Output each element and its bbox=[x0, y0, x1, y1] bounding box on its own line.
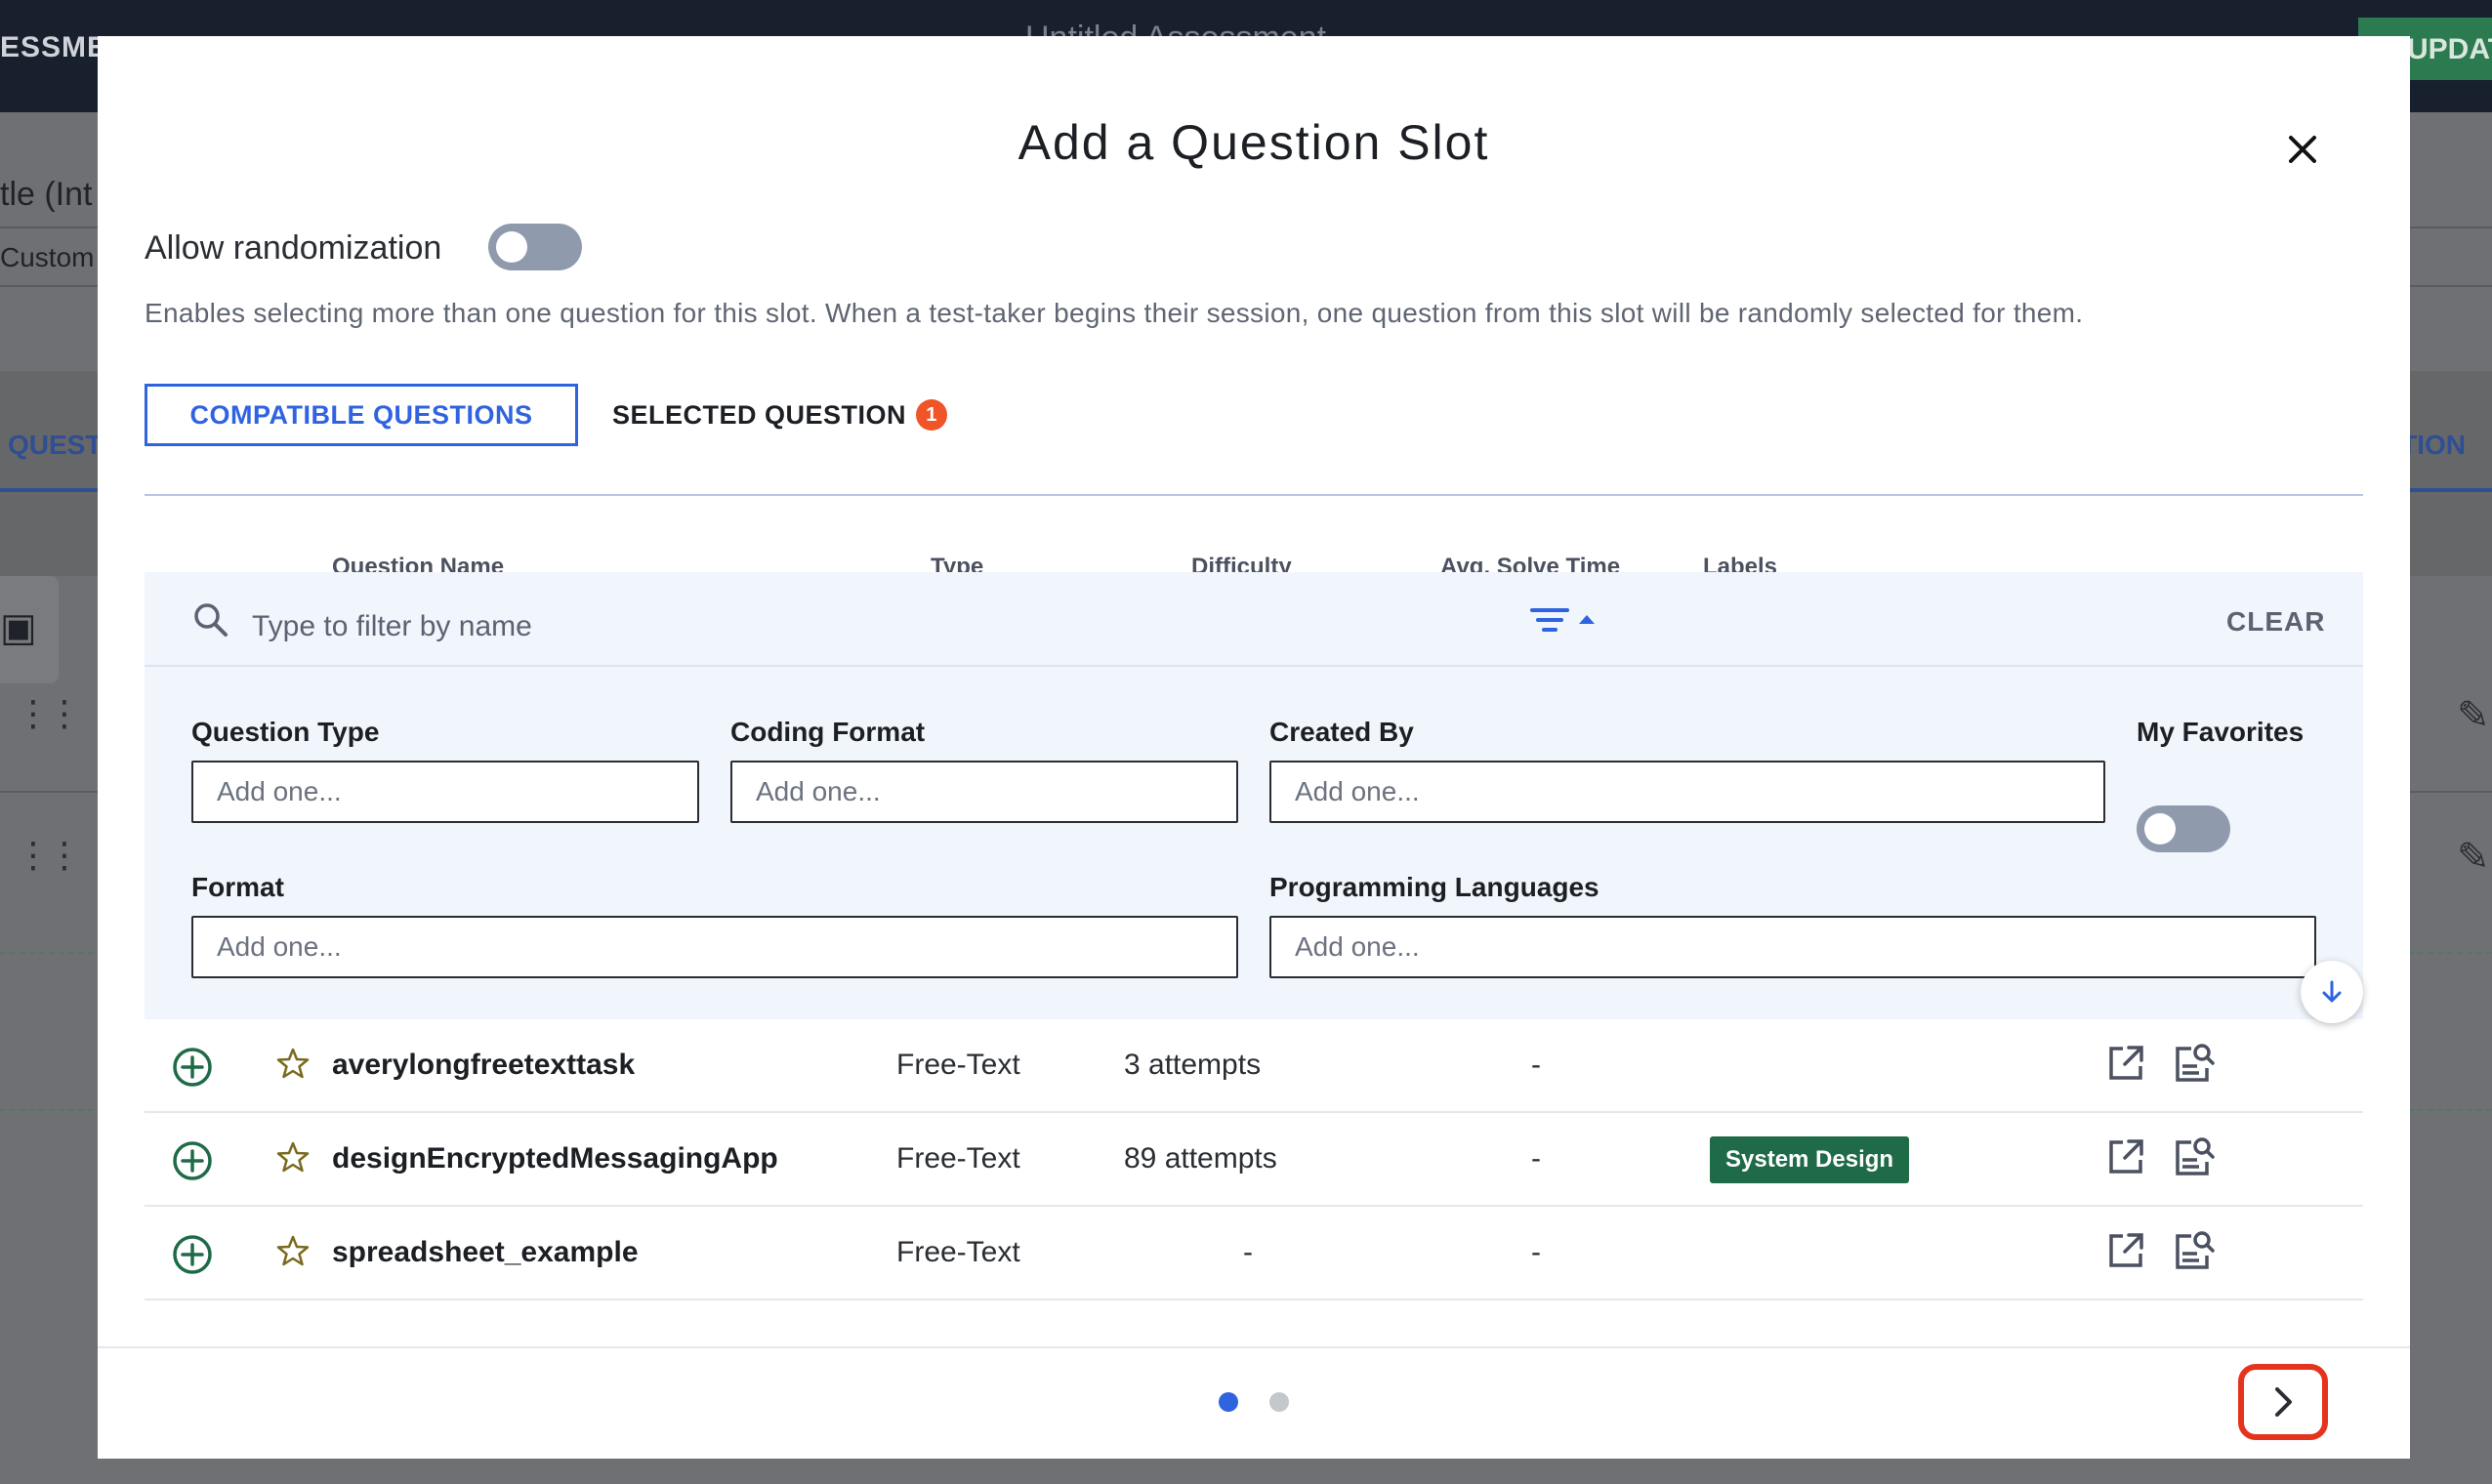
background-title: tle (Int bbox=[0, 176, 93, 213]
close-button[interactable] bbox=[2275, 122, 2330, 177]
question-type: Free-Text bbox=[896, 1236, 1020, 1268]
randomization-label: Allow randomization bbox=[145, 229, 442, 267]
selected-count-badge: 1 bbox=[916, 399, 948, 431]
toggle-knob bbox=[2144, 813, 2176, 845]
programming-languages-label: Programming Languages bbox=[1269, 872, 1599, 902]
question-solve-time: - bbox=[1531, 1142, 1541, 1175]
close-icon bbox=[2289, 136, 2316, 163]
question-difficulty: 3 attempts bbox=[1124, 1049, 1262, 1081]
footer-divider bbox=[98, 1346, 2410, 1348]
pagination-dot-2[interactable] bbox=[1269, 1392, 1289, 1412]
trash-icon: ▣ bbox=[0, 606, 37, 649]
drag-handle-icon: ⋮⋮ bbox=[16, 693, 82, 733]
add-circle-icon[interactable] bbox=[172, 1234, 213, 1275]
open-external-icon[interactable] bbox=[2105, 1230, 2146, 1271]
star-icon[interactable] bbox=[276, 1140, 310, 1174]
star-icon[interactable] bbox=[276, 1234, 310, 1267]
question-solve-time: - bbox=[1531, 1049, 1541, 1081]
background-tab-underline bbox=[0, 488, 98, 492]
clear-filters-button[interactable]: CLEAR bbox=[2226, 606, 2325, 638]
chevron-right-icon bbox=[2275, 1387, 2292, 1417]
preview-icon[interactable] bbox=[2172, 1134, 2217, 1179]
question-name[interactable]: averylongfreetexttask bbox=[332, 1049, 635, 1082]
tab-compatible-questions-label: COMPATIBLE QUESTIONS bbox=[189, 399, 533, 430]
coding-format-input[interactable] bbox=[730, 761, 1238, 823]
pagination-dot-1[interactable] bbox=[1219, 1392, 1238, 1412]
preview-icon[interactable] bbox=[2172, 1228, 2217, 1273]
pencil-icon: ✎ bbox=[2457, 694, 2490, 737]
my-favorites-label: My Favorites bbox=[2137, 717, 2305, 747]
question-name[interactable]: spreadsheet_example bbox=[332, 1236, 639, 1269]
open-external-icon[interactable] bbox=[2105, 1043, 2146, 1084]
filter-toggle-icon[interactable] bbox=[1528, 602, 1606, 641]
add-circle-icon[interactable] bbox=[172, 1140, 213, 1181]
open-external-icon[interactable] bbox=[2105, 1136, 2146, 1177]
coding-format-label: Coding Format bbox=[730, 717, 926, 747]
drag-handle-icon: ⋮⋮ bbox=[16, 835, 82, 875]
question-name[interactable]: designEncryptedMessagingApp bbox=[332, 1142, 778, 1175]
background-tab-questions: QUEST bbox=[8, 430, 103, 460]
my-favorites-toggle[interactable] bbox=[2137, 805, 2230, 852]
star-icon[interactable] bbox=[276, 1047, 310, 1080]
randomization-description: Enables selecting more than one question… bbox=[145, 298, 2084, 328]
question-row[interactable]: averylongfreetexttask Free-Text 3 attemp… bbox=[145, 1019, 2363, 1113]
question-row[interactable]: spreadsheet_example Free-Text - - bbox=[145, 1207, 2363, 1300]
question-type: Free-Text bbox=[896, 1049, 1020, 1081]
format-input[interactable] bbox=[191, 916, 1238, 978]
toggle-knob bbox=[496, 231, 527, 263]
tabs-divider bbox=[145, 494, 2363, 496]
question-type-label: Question Type bbox=[191, 717, 380, 747]
preview-icon[interactable] bbox=[2172, 1041, 2217, 1086]
add-question-slot-modal: Add a Question Slot Allow randomization … bbox=[98, 36, 2410, 1459]
question-difficulty: 89 attempts bbox=[1124, 1142, 1277, 1175]
search-input[interactable] bbox=[252, 602, 1619, 651]
question-difficulty: - bbox=[1243, 1236, 1253, 1268]
label-chip: System Design bbox=[1710, 1136, 1910, 1183]
filter-divider bbox=[145, 665, 2363, 667]
created-by-input[interactable] bbox=[1269, 761, 2105, 823]
format-label: Format bbox=[191, 872, 284, 902]
pencil-icon: ✎ bbox=[2457, 836, 2490, 879]
background-subtitle: Custom bbox=[0, 242, 95, 272]
tab-selected-question-label: SELECTED QUESTION bbox=[612, 399, 907, 430]
scroll-down-button[interactable] bbox=[2301, 961, 2363, 1023]
question-solve-time: - bbox=[1531, 1236, 1541, 1268]
question-type: Free-Text bbox=[896, 1142, 1020, 1175]
question-type-input[interactable] bbox=[191, 761, 699, 823]
search-icon bbox=[194, 603, 228, 637]
programming-languages-input[interactable] bbox=[1269, 916, 2316, 978]
tab-selected-question[interactable]: SELECTED QUESTION 1 bbox=[612, 384, 948, 446]
question-row[interactable]: designEncryptedMessagingApp Free-Text 89… bbox=[145, 1113, 2363, 1207]
tab-compatible-questions[interactable]: COMPATIBLE QUESTIONS bbox=[145, 384, 578, 446]
add-circle-icon[interactable] bbox=[172, 1047, 213, 1088]
modal-title: Add a Question Slot bbox=[1018, 115, 1490, 170]
randomization-toggle[interactable] bbox=[488, 224, 582, 270]
next-page-button[interactable] bbox=[2238, 1364, 2328, 1440]
arrow-down-icon bbox=[2322, 980, 2342, 1003]
created-by-label: Created By bbox=[1269, 717, 1414, 747]
